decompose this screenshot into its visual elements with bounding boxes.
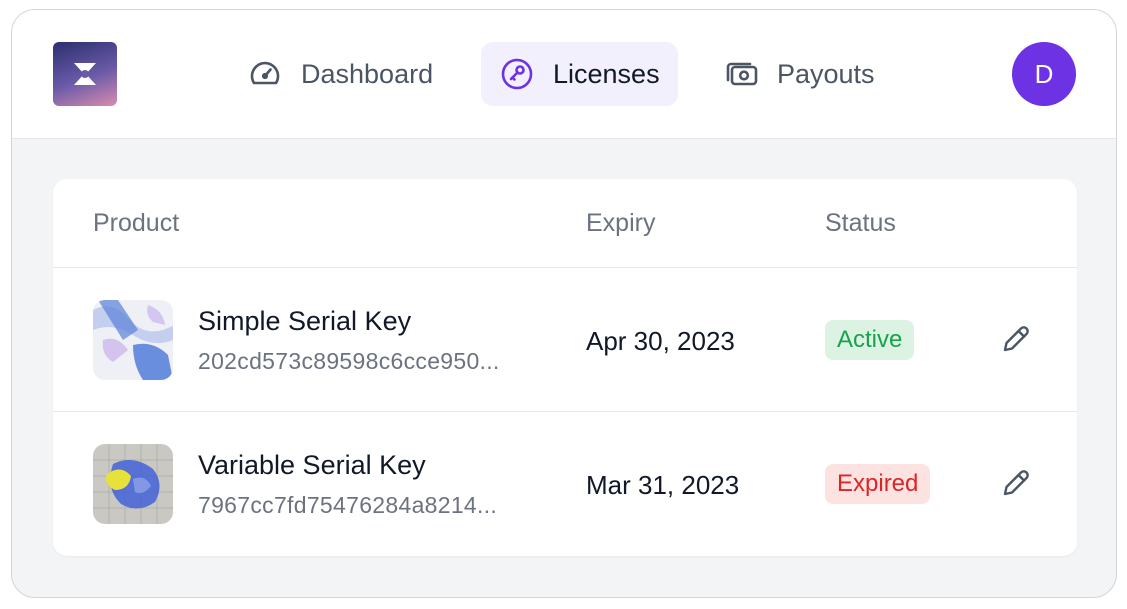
status-badge: Expired — [825, 464, 931, 504]
licenses-table: Product Expiry Status Simple Serial Key … — [53, 179, 1077, 556]
nav-licenses-label: Licenses — [553, 58, 660, 89]
nav-dashboard[interactable]: Dashboard — [229, 42, 451, 106]
column-header-expiry: Expiry — [586, 209, 656, 237]
product-thumbnail — [93, 300, 173, 380]
column-header-status: Status — [825, 209, 896, 237]
table-row: Simple Serial Key 202cd573c89598c6cce950… — [53, 268, 1077, 412]
column-header-product: Product — [93, 209, 180, 237]
app-logo[interactable] — [53, 42, 117, 106]
nav-payouts[interactable]: Payouts — [705, 42, 893, 106]
product-thumbnail — [93, 444, 173, 524]
edit-pencil-icon[interactable] — [999, 466, 1033, 500]
avatar-initial: D — [1034, 58, 1054, 89]
gauge-icon — [250, 61, 280, 85]
expiry-date: Apr 30, 2023 — [586, 326, 735, 356]
license-key: 202cd573c89598c6cce950... — [198, 348, 500, 374]
logo-mark-icon — [74, 63, 96, 85]
expiry-date: Mar 31, 2023 — [586, 470, 740, 500]
app-window: Dashboard Licenses Payouts D Product Exp… — [11, 9, 1117, 598]
top-navigation-bar: Dashboard Licenses Payouts D — [12, 10, 1116, 139]
license-key: 7967cc7fd75476284a8214... — [198, 492, 498, 518]
product-name: Simple Serial Key — [198, 306, 412, 336]
table-header: Product Expiry Status — [53, 179, 1077, 268]
nav-payouts-label: Payouts — [777, 58, 875, 89]
user-avatar[interactable]: D — [1012, 42, 1076, 106]
product-name: Variable Serial Key — [198, 450, 426, 480]
nav-dashboard-label: Dashboard — [301, 58, 434, 89]
nav-licenses[interactable]: Licenses — [481, 42, 678, 106]
key-icon — [501, 58, 533, 90]
status-badge: Active — [825, 320, 915, 360]
cash-icon — [726, 62, 758, 86]
edit-pencil-icon[interactable] — [999, 322, 1033, 356]
table-row: Variable Serial Key 7967cc7fd75476284a82… — [53, 412, 1077, 556]
